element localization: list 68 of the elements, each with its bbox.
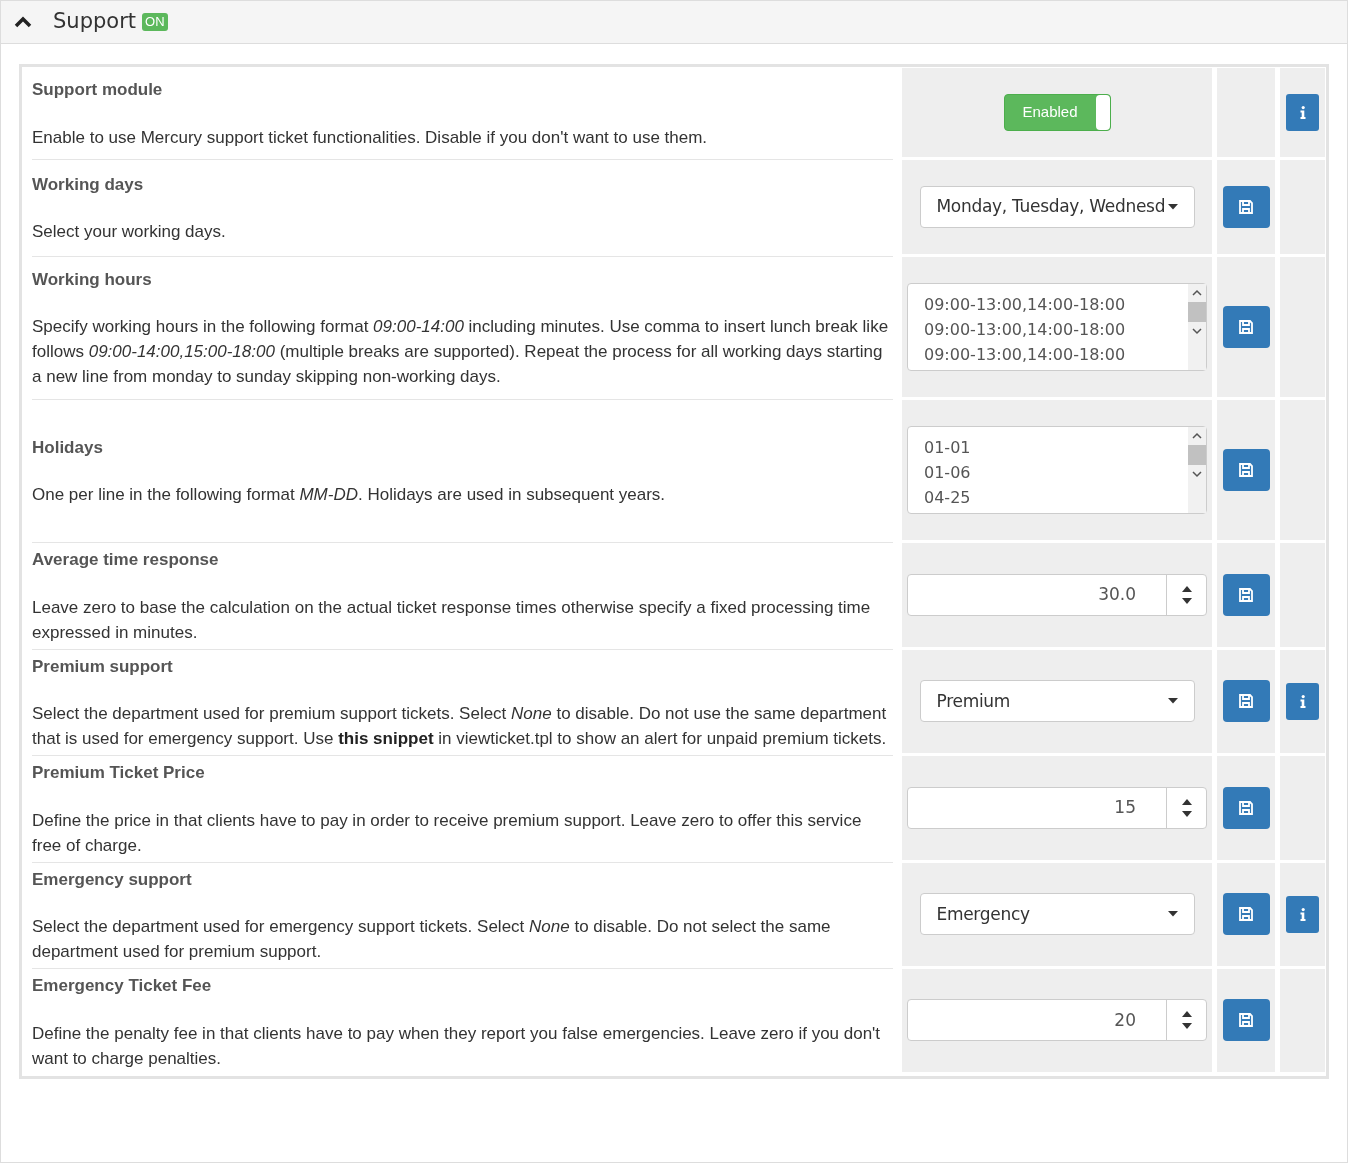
info-button[interactable] xyxy=(1286,895,1319,933)
setting-description: Enable to use Mercury support ticket functionalities. Disable if you don't want to use them. xyxy=(32,126,709,149)
save-button[interactable] xyxy=(1222,449,1270,491)
save-button[interactable] xyxy=(1222,786,1270,829)
textarea-line: 01-01 xyxy=(924,437,972,459)
textarea-field[interactable]: 01-01 01-06 04-25 xyxy=(907,426,1207,514)
select-field[interactable]: Emergency xyxy=(919,893,1195,936)
save-icon xyxy=(1238,693,1254,710)
save-icon xyxy=(1238,906,1254,923)
select-field[interactable]: Premium xyxy=(919,680,1195,723)
setting-description: Select the department used for premium support tickets. Select None to disable. Do not use the same department that is used for emergency support. Use this snippet in viewticket.tpl to show an alert for unpaid premium tickets. xyxy=(32,703,888,750)
setting-title: Support module xyxy=(32,79,164,102)
setting-description: Select the department used for emergency support tickets. Select None to disable. Do not select the same department used for premium support. xyxy=(32,916,832,963)
setting-description: One per line in the following format MM-DD. Holidays are used in subsequent years. xyxy=(32,484,667,507)
setting-title: Average time response xyxy=(32,549,220,571)
setting-description: Define the price in that clients have to pay in order to receive premium support. Leave zero to offer this service free of charge. xyxy=(32,809,863,857)
setting-title: Holidays xyxy=(32,436,104,459)
caret-icon xyxy=(1167,911,1178,918)
setting-description: Define the penalty fee in that clients have to pay when they report you false emergencies. Leave zero if you don't want to charge penalties. xyxy=(32,1022,882,1070)
status-badge: ON xyxy=(142,13,168,31)
save-button[interactable] xyxy=(1222,306,1270,348)
textarea-field[interactable]: 09:00-13:00,14:00-18:00 09:00-13:00,14:00-18:00 09:00-13:00,14:00-18:00 xyxy=(907,283,1207,371)
toggle-handle xyxy=(1095,95,1110,130)
info-icon xyxy=(1299,106,1306,119)
textarea-line: 09:00-13:00,14:00-18:00 xyxy=(924,319,1127,341)
textarea-line: 09:00-13:00,14:00-18:00 xyxy=(924,294,1127,316)
caret-icon xyxy=(1167,698,1178,705)
save-icon xyxy=(1238,199,1254,215)
setting-title: Working days xyxy=(32,173,145,196)
setting-description: Leave zero to base the calculation on the actual ticket response times otherwise specify a fixed processing time expressed in minutes. xyxy=(32,596,872,644)
dropdown-button[interactable]: Monday, Tuesday, Wednesd xyxy=(919,186,1195,228)
setting-title: Working hours xyxy=(32,268,153,291)
save-icon xyxy=(1238,319,1254,335)
setting-title: Premium support xyxy=(32,655,174,678)
setting-title: Premium Ticket Price xyxy=(32,762,206,784)
info-icon xyxy=(1299,694,1306,708)
scrollbar-thumb[interactable] xyxy=(1188,302,1206,322)
save-button[interactable] xyxy=(1222,680,1270,723)
scrollbar-thumb[interactable] xyxy=(1188,445,1206,465)
info-icon xyxy=(1299,907,1306,921)
number-field[interactable]: 15 xyxy=(907,786,1207,829)
textarea-line: 09:00-13:00,14:00-18:00 xyxy=(924,344,1127,366)
panel-header[interactable]: Support ON xyxy=(1,1,1347,44)
save-button[interactable] xyxy=(1222,573,1270,616)
scrollbar[interactable] xyxy=(1188,427,1206,513)
save-button[interactable] xyxy=(1222,186,1270,228)
save-button[interactable] xyxy=(1222,999,1270,1042)
toggle-label: Enabled xyxy=(1021,102,1079,123)
panel-title: Support xyxy=(53,8,136,36)
save-icon xyxy=(1238,1012,1254,1029)
setting-description: Select your working days. xyxy=(32,221,227,244)
setting-title: Emergency support xyxy=(32,868,193,891)
number-field[interactable]: 20 xyxy=(907,999,1207,1042)
save-button[interactable] xyxy=(1222,893,1270,936)
setting-description: Specify working hours in the following format 09:00-14:00 including minutes. Use comma to insert lunch break like follows 09:00-14:00,15:00-18:00 (multiple breaks are supported). Repeat the process for all working days starting a new line from monday to sunday skipping non-working days. xyxy=(32,316,890,389)
textarea-line: 01-06 xyxy=(924,462,972,484)
save-icon xyxy=(1238,462,1254,478)
info-button[interactable] xyxy=(1286,682,1319,720)
caret-icon xyxy=(1167,204,1178,210)
info-button[interactable] xyxy=(1286,94,1319,131)
save-icon xyxy=(1238,799,1254,816)
snippet-link[interactable]: this snippet xyxy=(338,729,434,748)
setting-title: Emergency Ticket Fee xyxy=(32,975,213,997)
number-field[interactable]: 30.0 xyxy=(907,573,1207,616)
chevron-up-icon[interactable] xyxy=(14,16,32,28)
textarea-line: 04-25 xyxy=(924,487,972,509)
save-icon xyxy=(1238,586,1254,603)
scrollbar[interactable] xyxy=(1188,284,1206,370)
